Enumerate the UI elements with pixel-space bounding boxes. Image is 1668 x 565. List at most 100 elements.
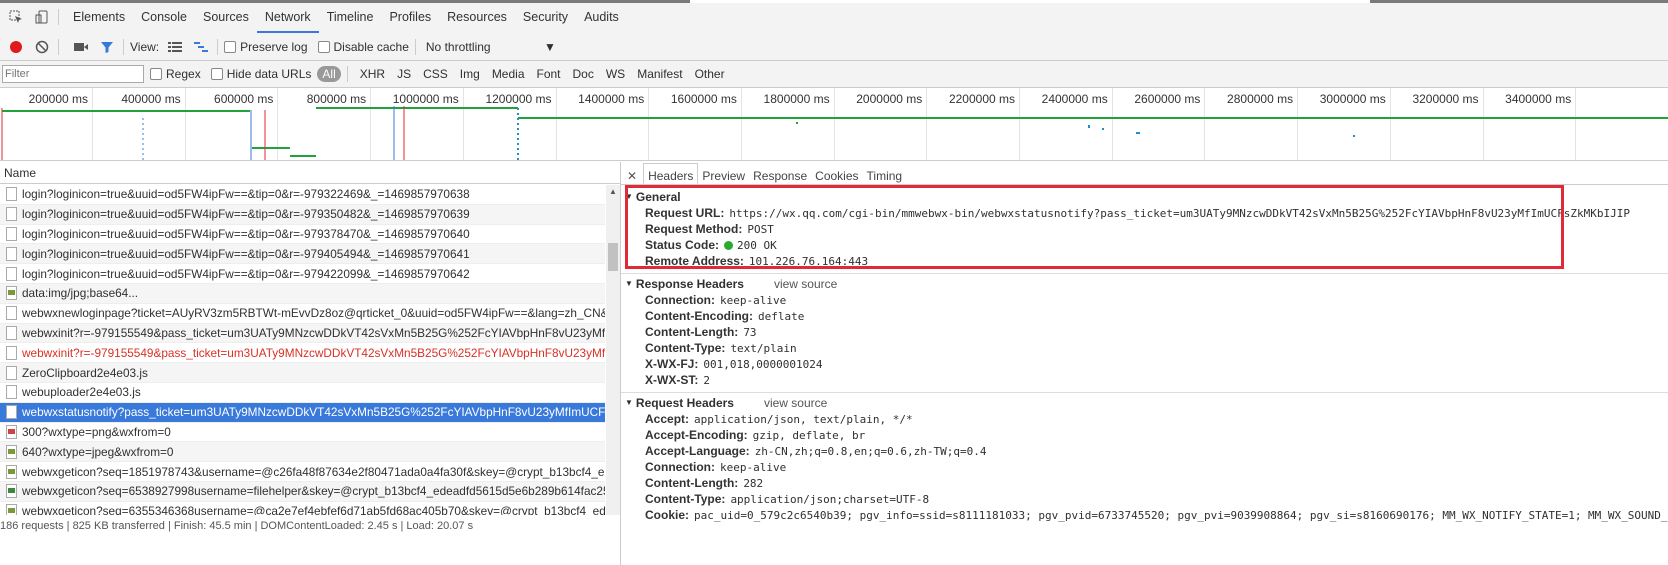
triangle-down-icon: ▼	[625, 398, 633, 407]
capture-screenshots-icon[interactable]	[71, 37, 91, 57]
triangle-down-icon: ▼	[625, 279, 633, 288]
request-row[interactable]: login?loginicon=true&uuid=od5FW4ipFw==&t…	[0, 204, 605, 225]
tab-audits[interactable]: Audits	[576, 0, 627, 33]
request-row[interactable]: data:img/jpg;base64...	[0, 283, 605, 304]
tab-console[interactable]: Console	[133, 0, 195, 33]
filter-type-ws[interactable]: WS	[600, 67, 631, 81]
header-row: Content-Type: application/json;charset=UT…	[645, 491, 1668, 507]
request-row[interactable]: webwxgeticon?seq=6538927998username=file…	[0, 481, 605, 502]
request-row[interactable]: webwxinit?r=-979155549&pass_ticket=um3UA…	[0, 343, 605, 364]
tab-network[interactable]: Network	[256, 0, 319, 33]
preserve-log-checkbox[interactable]: Preserve log	[224, 40, 308, 54]
hide-data-urls-checkbox[interactable]: Hide data URLs	[210, 67, 311, 81]
request-name: login?loginicon=true&uuid=od5FW4ipFw==&t…	[22, 187, 470, 202]
tab-preview[interactable]: Preview	[698, 164, 749, 184]
tab-headers[interactable]: Headers	[643, 163, 699, 184]
header-value: 2	[703, 374, 710, 387]
request-row[interactable]: webwxgeticon?seq=6355346368username=@ca2…	[0, 502, 605, 515]
request-row[interactable]: ZeroClipboard2e4e03.js	[0, 363, 605, 383]
response-view-source-link[interactable]: view source	[774, 276, 837, 292]
network-toolbar: View: Preserve log Disable cache No thro…	[0, 33, 1668, 61]
tab-profiles[interactable]: Profiles	[381, 0, 439, 33]
disable-cache-box[interactable]	[317, 40, 330, 53]
filter-type-manifest[interactable]: Manifest	[631, 67, 688, 81]
tab-security[interactable]: Security	[515, 0, 576, 33]
preserve-log-box[interactable]	[224, 40, 237, 53]
large-rows-icon[interactable]	[165, 37, 185, 57]
request-row[interactable]: login?loginicon=true&uuid=od5FW4ipFw==&t…	[0, 244, 605, 265]
request-row[interactable]: webwxnewloginpage?ticket=AUyRV3zm5RBTWt-…	[0, 304, 605, 324]
tab-timeline[interactable]: Timeline	[319, 0, 382, 33]
request-name: ZeroClipboard2e4e03.js	[22, 365, 148, 380]
tab-sources[interactable]: Sources	[195, 0, 257, 33]
disable-cache-checkbox[interactable]: Disable cache	[317, 39, 409, 54]
filter-type-js[interactable]: JS	[391, 67, 417, 81]
filter-type-img[interactable]: Img	[454, 67, 486, 81]
header-key: Content-Length:	[645, 325, 739, 339]
tab-response[interactable]: Response	[749, 164, 811, 184]
network-overview[interactable]: 200000 ms 400000 ms 600000 ms 800000 ms 1000…	[0, 88, 1668, 161]
filter-type-media[interactable]: Media	[486, 67, 531, 81]
document-icon	[6, 187, 17, 202]
filter-input[interactable]	[2, 65, 144, 83]
request-row[interactable]: webwxgeticon?seq=1851978743&username=@c2…	[0, 462, 605, 482]
tab-elements[interactable]: Elements	[65, 0, 133, 33]
filter-type-all[interactable]: All	[317, 66, 341, 82]
inspect-element-icon[interactable]	[6, 7, 26, 27]
response-headers-list: Connection: keep-alive Content-Encoding: de…	[621, 292, 1668, 388]
scroll-up-icon[interactable]: ▲	[609, 187, 617, 196]
request-row[interactable]: login?loginicon=true&uuid=od5FW4ipFw==&t…	[0, 185, 605, 205]
request-row[interactable]: webuploader2e4e03.js	[0, 383, 605, 403]
request-list-scrollbar[interactable]: ▲	[606, 185, 620, 515]
header-key: Accept-Encoding:	[645, 428, 748, 442]
request-list: login?loginicon=true&uuid=od5FW4ipFw==&t…	[0, 185, 605, 515]
tab-timing[interactable]: Timing	[863, 164, 907, 184]
request-name: login?loginicon=true&uuid=od5FW4ipFw==&t…	[22, 246, 470, 261]
header-row: Cookie: pac_uid=0_579c2c6540b39; pgv_info…	[645, 507, 1668, 523]
document-icon	[6, 226, 17, 241]
header-row: Accept: application/json, text/plain, */*	[645, 411, 1668, 427]
header-key: Content-Type:	[645, 492, 726, 506]
request-row[interactable]: 300?wxtype=png&wxfrom=0	[0, 423, 605, 443]
response-headers-section-header[interactable]: ▼ Response Headers view source	[625, 276, 1668, 292]
request-row[interactable]: login?loginicon=true&uuid=od5FW4ipFw==&t…	[0, 264, 605, 284]
image-icon	[6, 464, 17, 479]
request-name: webwxnewloginpage?ticket=AUyRV3zm5RBTWt-…	[22, 306, 605, 321]
tab-cookies[interactable]: Cookies	[811, 164, 862, 184]
filter-type-xhr[interactable]: XHR	[354, 67, 391, 81]
regex-box[interactable]	[150, 68, 162, 80]
request-row[interactable]: 640?wxtype=jpeg&wxfrom=0	[0, 442, 605, 463]
waterfall-overview-icon[interactable]	[191, 37, 211, 57]
request-view-source-link[interactable]: view source	[764, 395, 827, 411]
header-value: keep-alive	[720, 461, 787, 474]
image-icon	[6, 484, 17, 499]
close-icon[interactable]: ✕	[621, 164, 643, 184]
clear-icon[interactable]	[32, 37, 52, 57]
filter-type-css[interactable]: CSS	[417, 67, 454, 81]
regex-checkbox[interactable]: Regex	[150, 67, 201, 81]
request-headers-list: Accept: application/json, text/plain, */*…	[621, 411, 1668, 523]
network-summary: 186 requests | 825 KB transferred | Fini…	[0, 520, 474, 532]
request-headers-section-header[interactable]: ▼ Request Headers view source	[625, 395, 1668, 411]
filter-type-other[interactable]: Other	[689, 67, 731, 81]
header-value: application/json, text/plain, */*	[694, 413, 913, 426]
device-mode-icon[interactable]	[32, 7, 52, 27]
document-icon	[6, 365, 17, 380]
header-value: text/plain	[730, 342, 797, 355]
record-icon[interactable]	[6, 37, 26, 57]
disable-cache-label: Disable cache	[333, 39, 409, 54]
scrollbar-thumb[interactable]	[608, 243, 618, 271]
tab-resources[interactable]: Resources	[439, 0, 515, 33]
filter-type-font[interactable]: Font	[531, 67, 567, 81]
throttling-select[interactable]: No throttling ▼	[426, 40, 556, 54]
name-column-header[interactable]: Name	[0, 162, 620, 184]
request-row[interactable]: webwxinit?r=-979155549&pass_ticket=um3UA…	[0, 323, 605, 344]
filter-icon[interactable]	[97, 37, 117, 57]
request-row[interactable]: login?loginicon=true&uuid=od5FW4ipFw==&t…	[0, 225, 605, 245]
window-top-strip	[0, 0, 1668, 3]
header-key: Connection:	[645, 460, 715, 474]
hide-data-urls-box[interactable]	[210, 68, 223, 80]
filter-type-doc[interactable]: Doc	[567, 67, 600, 81]
header-value: gzip, deflate, br	[752, 429, 866, 442]
request-row[interactable]: webwxstatusnotify?pass_ticket=um3UATy9MN…	[0, 402, 605, 423]
